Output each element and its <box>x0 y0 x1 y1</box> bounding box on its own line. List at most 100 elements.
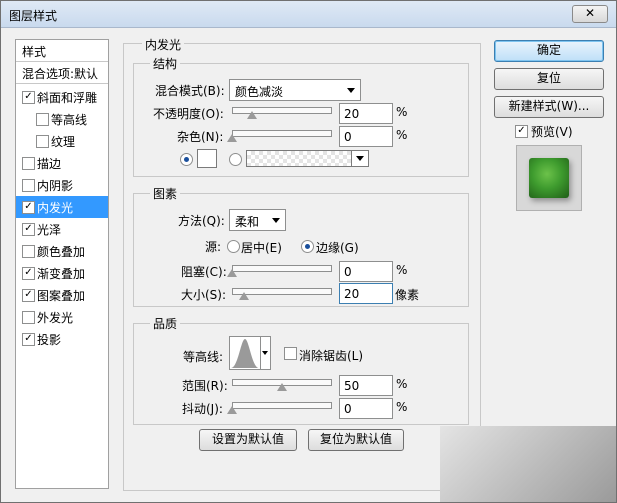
preview-swatch <box>529 158 569 198</box>
noise-value: 0 <box>344 130 352 144</box>
noise-slider-track[interactable] <box>232 130 332 137</box>
sidebar-item-color-overlay[interactable]: 颜色叠加 <box>16 240 108 262</box>
sidebar-item-contour[interactable]: 等高线 <box>16 108 108 130</box>
glow-color-swatch[interactable] <box>197 149 217 168</box>
inner-glow-checkbox[interactable]: ✓ <box>22 201 35 214</box>
sidebar-item-label: 斜面和浮雕 <box>37 91 98 105</box>
satin-checkbox[interactable]: ✓ <box>22 223 35 236</box>
noise-slider-thumb[interactable] <box>227 134 237 142</box>
opacity-unit: % <box>396 105 408 119</box>
sidebar-item-label: 颜色叠加 <box>37 245 86 259</box>
reset-button[interactable]: 复位 <box>494 68 604 90</box>
contour-dropdown-button[interactable] <box>260 336 271 370</box>
contour-picker[interactable] <box>229 336 261 370</box>
technique-select[interactable]: 柔和 <box>229 209 286 231</box>
gradient-overlay-checkbox[interactable]: ✓ <box>22 267 35 280</box>
sidebar-item-label: 渐变叠加 <box>37 267 86 281</box>
drop-shadow-checkbox[interactable]: ✓ <box>22 333 35 346</box>
styles-header[interactable]: 样式 <box>16 40 108 62</box>
sidebar-item-label: 内发光 <box>37 201 74 215</box>
contour-label: 等高线: <box>183 350 224 364</box>
make-default-button[interactable]: 设置为默认值 <box>199 429 297 451</box>
blend-mode-label: 混合模式(B): <box>155 84 225 98</box>
sidebar-item-inner-shadow[interactable]: 内阴影 <box>16 174 108 196</box>
sidebar-item-texture[interactable]: 纹理 <box>16 130 108 152</box>
sidebar-item-label: 等高线 <box>51 113 88 127</box>
jitter-label: 抖动(J): <box>182 402 223 416</box>
size-input[interactable]: 20 <box>339 283 393 304</box>
jitter-slider-track[interactable] <box>232 402 332 409</box>
source-label: 源: <box>205 240 222 254</box>
contour-curve-icon <box>231 339 259 368</box>
preview-checkbox[interactable]: ✓ <box>515 125 528 138</box>
contour-checkbox[interactable] <box>36 113 49 126</box>
styles-header-label: 样式 <box>22 45 47 59</box>
bevel-emboss-checkbox[interactable]: ✓ <box>22 91 35 104</box>
antialias-label: 消除锯齿(L) <box>299 349 364 363</box>
texture-checkbox[interactable] <box>36 135 49 148</box>
stroke-checkbox[interactable] <box>22 157 35 170</box>
antialias-checkbox[interactable] <box>284 347 297 360</box>
choke-slider-thumb[interactable] <box>227 269 237 277</box>
chevron-down-icon <box>272 218 280 223</box>
gradient-radio[interactable] <box>229 153 242 166</box>
opacity-label: 不透明度(O): <box>153 107 224 121</box>
range-label: 范围(R): <box>182 379 228 393</box>
blend-options-default[interactable]: 混合选项:默认 <box>16 62 108 84</box>
jitter-value: 0 <box>344 402 352 416</box>
opacity-slider-thumb[interactable] <box>247 111 257 119</box>
blend-mode-select[interactable]: 颜色减淡 <box>229 79 361 101</box>
center-radio[interactable] <box>227 240 240 253</box>
jitter-input[interactable]: 0 <box>339 398 393 419</box>
window-title: 图层样式 <box>9 9 58 23</box>
close-button[interactable]: ✕ <box>572 5 608 23</box>
edge-radio[interactable] <box>301 240 314 253</box>
choke-unit: % <box>396 263 408 277</box>
sidebar-item-stroke[interactable]: 描边 <box>16 152 108 174</box>
sidebar-item-bevel-emboss[interactable]: ✓ 斜面和浮雕 <box>16 86 108 108</box>
sidebar-item-pattern-overlay[interactable]: ✓ 图案叠加 <box>16 284 108 306</box>
sidebar-item-drop-shadow[interactable]: ✓ 投影 <box>16 328 108 350</box>
sidebar-item-label: 描边 <box>37 157 62 171</box>
ok-button[interactable]: 确定 <box>494 40 604 62</box>
opacity-input[interactable]: 20 <box>339 103 393 124</box>
chevron-down-icon <box>262 351 268 355</box>
new-style-button[interactable]: 新建样式(W)... <box>494 96 604 118</box>
opacity-value: 20 <box>344 107 360 121</box>
outer-glow-checkbox[interactable] <box>22 311 35 324</box>
choke-input[interactable]: 0 <box>339 261 393 282</box>
color-overlay-checkbox[interactable] <box>22 245 35 258</box>
range-slider-thumb[interactable] <box>277 383 287 391</box>
sidebar-item-label: 图案叠加 <box>37 289 86 303</box>
choke-value: 0 <box>344 265 352 279</box>
sidebar-item-satin[interactable]: ✓ 光泽 <box>16 218 108 240</box>
choke-slider-track[interactable] <box>232 265 332 272</box>
size-slider-thumb[interactable] <box>239 292 249 300</box>
sidebar-item-label: 光泽 <box>37 223 62 237</box>
title-bar: 图层样式 ✕ <box>1 1 616 28</box>
size-unit: 像素 <box>395 288 420 302</box>
range-unit: % <box>396 377 408 391</box>
chevron-down-icon <box>347 88 355 93</box>
blend-mode-value: 颜色减淡 <box>235 85 284 99</box>
blend-options-label: 混合选项:默认 <box>22 67 99 81</box>
inner-shadow-checkbox[interactable] <box>22 179 35 192</box>
sidebar-item-label: 投影 <box>37 333 62 347</box>
sidebar-item-outer-glow[interactable]: 外发光 <box>16 306 108 328</box>
noise-input[interactable]: 0 <box>339 126 393 147</box>
pattern-overlay-checkbox[interactable]: ✓ <box>22 289 35 302</box>
gradient-dropdown-button[interactable] <box>351 150 369 167</box>
solid-color-radio[interactable] <box>180 153 193 166</box>
glow-gradient-picker[interactable] <box>246 150 352 167</box>
range-input[interactable]: 50 <box>339 375 393 396</box>
jitter-slider-thumb[interactable] <box>227 406 237 414</box>
sidebar-item-gradient-overlay[interactable]: ✓ 渐变叠加 <box>16 262 108 284</box>
sidebar-item-inner-glow[interactable]: ✓ 内发光 <box>16 196 108 218</box>
size-label: 大小(S): <box>181 288 227 302</box>
reset-default-button[interactable]: 复位为默认值 <box>308 429 404 451</box>
technique-value: 柔和 <box>235 215 260 229</box>
style-preview <box>516 145 582 211</box>
elements-title: 图素 <box>150 185 181 202</box>
sidebar-item-label: 内阴影 <box>37 179 74 193</box>
preview-label: 预览(V) <box>531 125 573 139</box>
